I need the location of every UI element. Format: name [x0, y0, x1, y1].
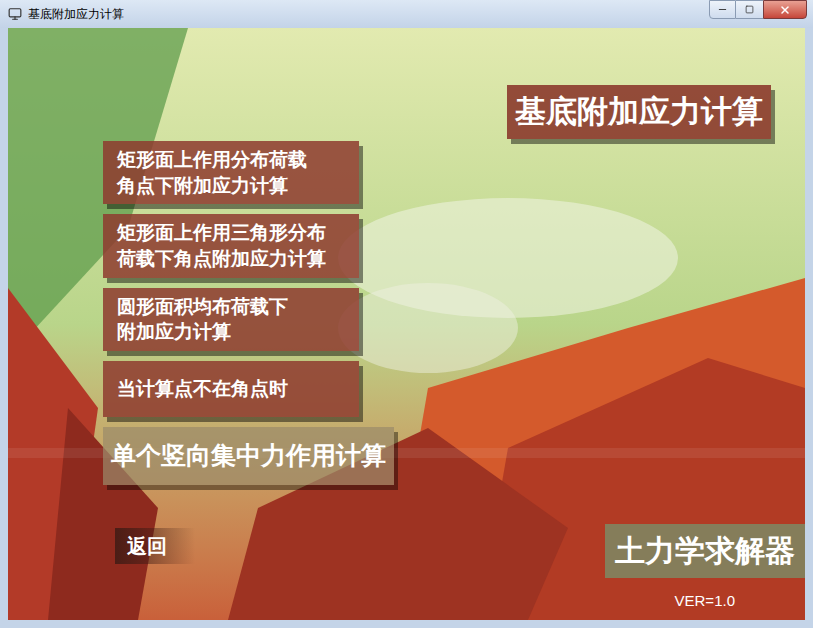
client-area: 基底附加应力计算矩形面上作用分布荷载角点下附加应力计算矩形面上作用三角形分布荷载…: [8, 28, 805, 620]
menu-button[interactable]: 矩形面上作用分布荷载角点下附加应力计算: [103, 141, 359, 204]
close-icon: [779, 4, 791, 16]
menu: 矩形面上作用分布荷载角点下附加应力计算矩形面上作用三角形分布荷载下角点附加应力计…: [8, 141, 805, 485]
window-title: 基底附加应力计算: [28, 5, 124, 23]
menu-button[interactable]: 圆形面积均布荷载下附加应力计算: [103, 288, 359, 351]
menu-button[interactable]: 单个竖向集中力作用计算: [103, 427, 394, 485]
close-button[interactable]: [763, 0, 807, 19]
maximize-icon: [745, 5, 754, 14]
version-label: VER=1.0: [675, 590, 735, 613]
app-window: 基底附加应力计算基底附加应力计算矩形面上作用分布荷载角点下附加应力计算矩形面上作…: [0, 0, 813, 628]
title-bar: 基底附加应力计算: [0, 0, 813, 28]
app-icon: [8, 7, 22, 21]
minimize-button[interactable]: [709, 0, 736, 19]
menu-button[interactable]: 当计算点不在角点时: [103, 361, 359, 417]
minimize-icon: [717, 4, 728, 15]
page-heading: 基底附加应力计算: [507, 85, 771, 139]
menu-button[interactable]: 矩形面上作用三角形分布荷载下角点附加应力计算: [103, 214, 359, 277]
maximize-button[interactable]: [736, 0, 763, 19]
brand-label: 土力学求解器: [605, 524, 805, 578]
back-button[interactable]: 返回: [115, 528, 195, 564]
